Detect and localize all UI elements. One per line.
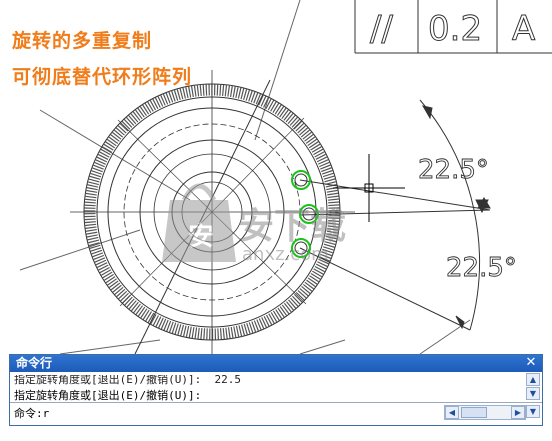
command-separator — [10, 402, 542, 403]
close-icon[interactable]: ✕ — [524, 356, 538, 370]
angle-label-upper: 22.5° — [418, 155, 489, 185]
caption-replace-polar-array: 可彻底替代环形阵列 — [12, 66, 193, 88]
horizontal-scrollbar[interactable]: ◀ ▶ — [444, 405, 526, 420]
watermark: 安 安下载 anxz.com — [162, 183, 346, 265]
cad-canvas[interactable]: // 0.2 A 22.5° 22.5° 安 安下载 anxz.com 旋转的多… — [0, 0, 552, 441]
title-block-flatness: // — [370, 9, 393, 49]
history-scrollbar[interactable]: ▲ ▼ — [526, 373, 540, 401]
command-window-title-bar[interactable]: 命令行 ✕ — [10, 355, 542, 372]
scroll-thumb[interactable] — [461, 407, 487, 418]
scroll-up-icon[interactable]: ▲ — [526, 373, 540, 386]
svg-text:安: 安 — [188, 222, 214, 252]
watermark-brand-cn: 安下载 — [238, 206, 346, 247]
command-window[interactable]: 命令行 ✕ 指定旋转角度或[退出(E)/撤销(U)]: 22.5 指定旋转角度或… — [9, 354, 543, 426]
angle-label-lower: 22.5° — [446, 253, 517, 283]
command-window-title: 命令行 — [16, 356, 53, 370]
title-block-tolerance: 0.2 — [428, 9, 482, 49]
command-history-line-1: 指定旋转角度或[退出(E)/撤销(U)]: 22.5 — [14, 373, 241, 386]
watermark-brand-en: anxz.com — [242, 244, 329, 265]
input-scroll-down-icon[interactable]: ▼ — [526, 405, 540, 418]
command-input[interactable]: 命令:r — [14, 405, 49, 421]
scroll-right-icon[interactable]: ▶ — [511, 406, 525, 419]
caption-rotate-multi-copy: 旋转的多重复制 — [12, 30, 153, 52]
scroll-down-icon[interactable]: ▼ — [526, 387, 540, 400]
title-block-datum: A — [512, 9, 535, 49]
command-history-line-2: 指定旋转角度或[退出(E)/撤销(U)]: — [14, 389, 202, 402]
scroll-left-icon[interactable]: ◀ — [445, 406, 459, 419]
